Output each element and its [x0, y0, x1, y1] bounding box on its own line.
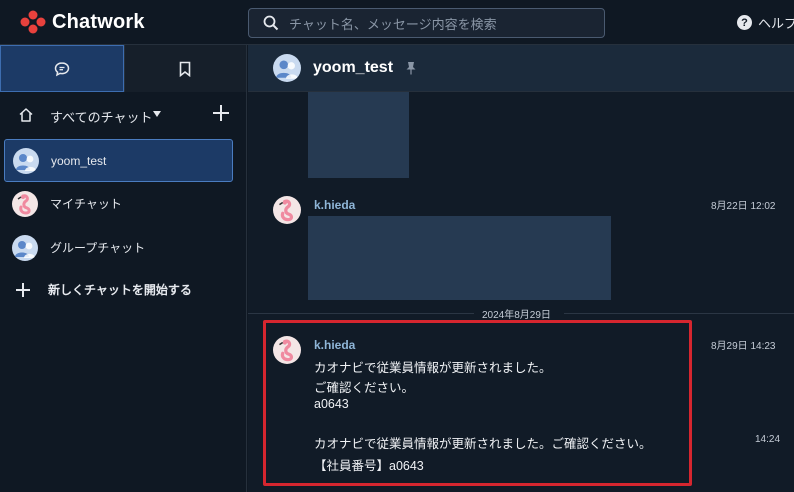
tab-bookmarks[interactable]	[123, 45, 246, 92]
chat-bubble-icon	[54, 61, 70, 76]
group-avatar-icon	[13, 147, 39, 174]
sidebar-room-group-chat[interactable]: グループチャット	[4, 226, 233, 269]
tab-chats[interactable]	[0, 45, 124, 92]
chatwork-logo-icon	[20, 10, 46, 34]
message-time: 14:24	[755, 434, 781, 445]
sidebar-room-my-chat[interactable]: マイチャット	[4, 182, 233, 225]
sidebar-room-yoom-test[interactable]: yoom_test	[4, 139, 233, 182]
redacted-content	[308, 216, 611, 300]
app-name: Chatwork	[52, 10, 145, 33]
bookmark-icon	[179, 61, 191, 77]
group-avatar-icon	[12, 234, 38, 261]
top-bar: Chatwork チャット名、メッセージ内容を検索 ? ヘルプ	[0, 0, 794, 45]
divider	[564, 313, 794, 314]
date-label: 2024年8月29日	[482, 310, 551, 321]
home-icon	[19, 108, 33, 122]
message-timeline[interactable]: k.hieda 8月22日 12:02 2024年8月29日 k.hieda 8…	[248, 92, 794, 492]
date-separator: 2024年8月29日	[248, 306, 794, 321]
chatwork-logo[interactable]: Chatwork	[20, 10, 145, 34]
search-icon	[263, 15, 279, 31]
redacted-content	[308, 92, 409, 178]
sender-avatar-icon[interactable]	[273, 196, 301, 224]
add-chat-button[interactable]	[213, 105, 229, 121]
chat-header: yoom_test	[248, 45, 794, 92]
help-label: ヘルプ	[758, 16, 794, 31]
search-input[interactable]: チャット名、メッセージ内容を検索	[248, 8, 605, 38]
new-chat-label: 新しくチャットを開始する	[48, 283, 192, 297]
sidebar-tabs	[0, 45, 246, 92]
chat-title: yoom_test	[313, 59, 394, 76]
chat-filter[interactable]: すべてのチャット	[0, 103, 247, 127]
room-avatar-icon[interactable]	[273, 54, 301, 82]
pin-icon[interactable]	[405, 61, 417, 75]
sidebar: すべてのチャット yoom_test マイチャット グループチャット 新しくチャ…	[0, 45, 247, 492]
room-label: グループチャット	[50, 241, 146, 255]
room-label: マイチャット	[50, 197, 122, 211]
message-line: カオナビで従業員情報が更新されました。	[314, 361, 552, 375]
message-sender[interactable]: k.hieda	[314, 198, 355, 212]
search-placeholder: チャット名、メッセージ内容を検索	[289, 16, 497, 32]
message-time: 8月22日 12:02	[711, 201, 776, 212]
message-line: a0643	[314, 397, 349, 411]
message-sender[interactable]: k.hieda	[314, 338, 355, 352]
divider	[248, 313, 474, 314]
help-link[interactable]: ? ヘルプ	[737, 13, 794, 32]
plus-icon	[16, 282, 30, 297]
room-label: yoom_test	[51, 153, 107, 168]
flamingo-avatar-icon	[12, 190, 38, 217]
message-time: 8月29日 14:23	[711, 341, 776, 352]
sender-avatar-icon[interactable]	[273, 336, 301, 364]
message-line: 【社員番号】a0643	[314, 459, 424, 473]
message-line: カオナビで従業員情報が更新されました。ご確認ください。	[314, 437, 652, 451]
question-icon: ?	[737, 15, 752, 30]
new-chat-button[interactable]: 新しくチャットを開始する	[16, 281, 192, 298]
message-line: ご確認ください。	[314, 381, 415, 395]
chevron-down-icon[interactable]	[153, 111, 161, 117]
filter-label: すべてのチャット	[50, 110, 153, 125]
